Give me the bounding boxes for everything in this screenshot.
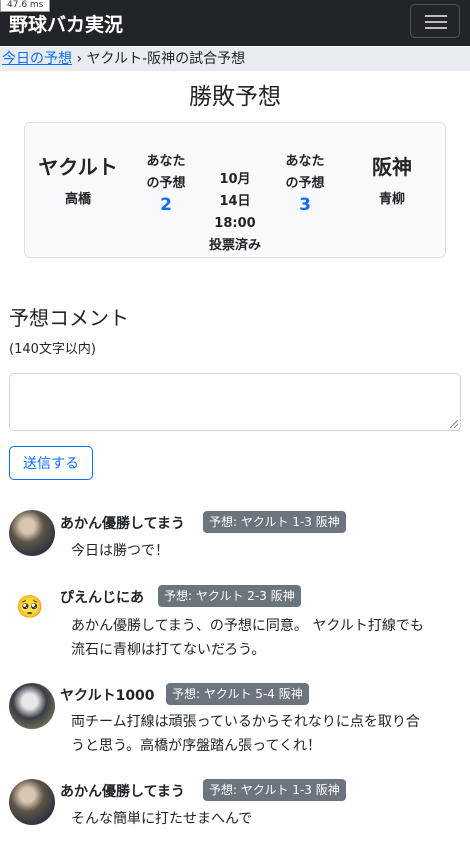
comment-username[interactable]: ぴえんじにあ (60, 587, 144, 607)
your-prediction-label: あなた (146, 154, 186, 169)
away-pitcher: 青柳 (378, 192, 405, 207)
timing-overlay: 47.6 ms (0, 0, 51, 12)
breadcrumb-home-link[interactable]: 今日の予想 (2, 51, 72, 67)
comment-username[interactable]: ヤクルト1000 (60, 685, 155, 705)
prediction-badge: 予想: ヤクルト 5-4 阪神 (166, 683, 309, 705)
menu-toggle-button[interactable] (410, 4, 460, 38)
character-limit-note: (140文字以内) (9, 342, 96, 357)
away-team-block: 阪神 青柳 (347, 151, 437, 207)
comment-text: 今日は勝つで！ (71, 539, 456, 563)
away-team-name: 阪神 (372, 155, 412, 179)
avatar[interactable] (9, 510, 55, 556)
avatar[interactable] (9, 779, 55, 825)
comment-line: 今日は勝つで！ (71, 543, 169, 559)
comment-section-title: 予想コメント (9, 306, 129, 330)
hamburger-icon-bar (425, 27, 447, 29)
home-prediction-score: 2 (160, 195, 172, 215)
your-prediction-label: の予想 (146, 176, 186, 191)
avatar[interactable] (9, 683, 55, 729)
comment-text: そんな簡単に打たせまへんで (71, 807, 456, 831)
breadcrumb: 今日の予想 › ヤクルト-阪神の試合予想 (0, 47, 470, 71)
prediction-badge: 予想: ヤクルト 1-3 阪神 (203, 511, 346, 533)
match-datetime: 10月 14日 18:00 投票済み (195, 169, 275, 257)
home-team-name: ヤクルト (38, 155, 118, 179)
resize-handle-icon[interactable] (450, 420, 458, 428)
comment-line: 流石に青柳は打てないだろう。 (71, 642, 266, 658)
hamburger-icon-bar (425, 21, 447, 23)
breadcrumb-current: ヤクルト-阪神の試合予想 (86, 51, 246, 67)
vote-status: 投票済み (208, 238, 261, 253)
breadcrumb-separator: › (76, 51, 83, 67)
hamburger-icon (425, 15, 447, 17)
match-time: 18:00 (214, 216, 256, 231)
navbar: 野球バカ実況 (0, 0, 470, 46)
prediction-badge: 予想: ヤクルト 2-3 阪神 (158, 585, 301, 607)
match-month: 10月 (219, 172, 251, 187)
prediction-badge: 予想: ヤクルト 1-3 阪神 (203, 779, 346, 801)
comment-line: そんな簡単に打たせまへんで (71, 811, 253, 827)
home-prediction-block: あなた の予想 2 (135, 151, 197, 215)
comment-line: 両チーム打線は頑張っているからそれなりに点を取り合 (71, 714, 420, 730)
away-prediction-score: 3 (299, 195, 311, 215)
pleading-face-emoji-icon[interactable]: 🥺 (16, 594, 43, 622)
home-team-block: ヤクルト 高橋 (33, 151, 123, 207)
comment-text: あかん優勝してまう、の予想に同意。 ヤクルト打線でも 流石に青柳は打てないだろう… (71, 614, 456, 662)
comment-text: 両チーム打線は頑張っているからそれなりに点を取り合 うと思う。高橋が序盤踏ん張っ… (71, 710, 456, 758)
brand-logo[interactable]: 野球バカ実況 (9, 10, 123, 37)
your-prediction-label: の予想 (285, 176, 325, 191)
comment-username[interactable]: あかん優勝してまう (60, 513, 185, 533)
page-title: 勝敗予想 (189, 84, 281, 110)
match-card: ヤクルト 高橋 あなた の予想 2 10月 14日 18:00 投票済み あなた… (24, 122, 446, 258)
comment-line: あかん優勝してまう、の予想に同意。 ヤクルト打線でも (71, 618, 424, 634)
match-day: 14日 (219, 194, 251, 209)
home-pitcher: 高橋 (64, 192, 91, 207)
comment-line: うと思う。高橋が序盤踏ん張ってくれ！ (71, 738, 322, 754)
away-prediction-block: あなた の予想 3 (274, 151, 336, 215)
comment-username[interactable]: あかん優勝してまう (60, 781, 185, 801)
submit-button[interactable]: 送信する (9, 446, 93, 480)
comment-textarea[interactable] (9, 373, 461, 431)
your-prediction-label: あなた (285, 154, 325, 169)
